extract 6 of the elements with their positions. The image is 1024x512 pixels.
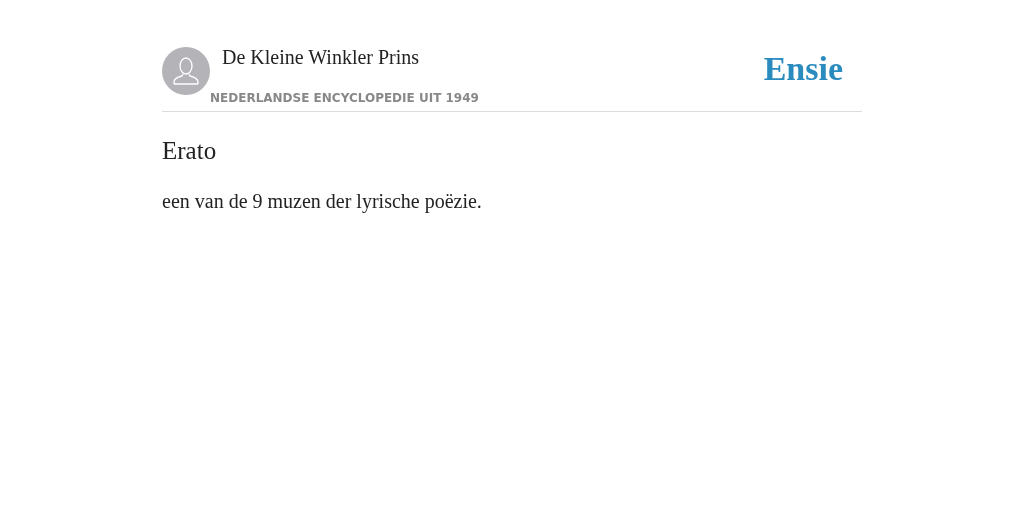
article-body: een van de 9 muzen der lyrische poëzie. [162, 189, 483, 214]
avatar-icon [162, 47, 210, 95]
site-logo[interactable]: Ensie [763, 49, 843, 105]
site-subtitle: NEDERLANDSE ENCYCLOPEDIE UIT 1949 [210, 91, 479, 105]
article-heading: Erato [162, 136, 218, 166]
site-title[interactable]: De Kleine Winkler Prins [222, 45, 479, 69]
